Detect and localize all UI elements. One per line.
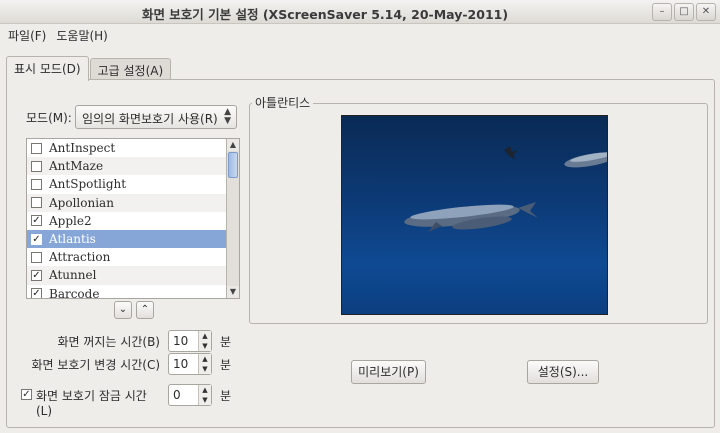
window-title: 화면 보호기 기본 설정 (XScreenSaver 5.14, 20-May-… (141, 7, 509, 22)
list-item-label: AntSpotlight (49, 177, 127, 192)
checkbox[interactable]: ✓ (31, 288, 42, 298)
screensaver-list[interactable]: AntInspect AntMaze AntSpotlight Apolloni… (26, 138, 240, 299)
move-up-button[interactable]: ⌃ (136, 301, 154, 319)
menu-bar: 파일(F) 도움말(H) (0, 24, 720, 46)
checkbox[interactable] (31, 160, 42, 172)
blank-after-spinner[interactable]: 10 ▲ ▼ (168, 330, 212, 352)
spinner-arrows-icon[interactable]: ▲ ▼ (198, 354, 211, 374)
title-bar: 화면 보호기 기본 설정 (XScreenSaver 5.14, 20-May-… (0, 0, 720, 24)
cycle-after-label: 화면 보호기 변경 시간(C) (31, 358, 160, 372)
list-item[interactable]: Attraction (27, 248, 239, 266)
tab-advanced[interactable]: 고급 설정(A) (89, 58, 172, 80)
lock-after-spinner[interactable]: 0 ▲ ▼ (168, 384, 212, 406)
list-item-label: Apple2 (49, 213, 92, 228)
blank-after-label: 화면 꺼지는 시간(B) (57, 335, 160, 349)
checkbox[interactable]: ✓ (31, 269, 42, 281)
spinner-arrows-icon[interactable]: ▲ ▼ (198, 385, 211, 405)
select-arrows-icon: ▲ ▼ (224, 107, 231, 126)
list-item-label: Attraction (49, 250, 111, 265)
checkbox[interactable]: ✓ (31, 215, 42, 227)
list-item-label: Atunnel (49, 268, 97, 283)
maximize-button[interactable]: □ (674, 3, 694, 21)
menu-file[interactable]: 파일(F) (4, 24, 52, 46)
lock-checkbox[interactable]: ✓ (21, 389, 32, 400)
whales-illustration (404, 146, 607, 232)
list-item-selected[interactable]: ✓ Atlantis (27, 229, 239, 249)
cycle-after-spinner[interactable]: 10 ▲ ▼ (168, 353, 212, 375)
mode-select-value: 임의의 화면보호기 사용(R) (82, 112, 218, 126)
mode-select[interactable]: 임의의 화면보호기 사용(R) ▲ ▼ (75, 105, 237, 129)
list-item[interactable]: Apollonian (27, 193, 239, 212)
list-item[interactable]: ✓ Atunnel (27, 266, 239, 285)
settings-button[interactable]: 설정(S)... (527, 360, 599, 384)
preview-button[interactable]: 미리보기(P) (351, 360, 426, 384)
list-item[interactable]: AntMaze (27, 157, 239, 176)
scroll-up-icon[interactable]: ▲ (227, 139, 239, 151)
tab-bar: 표시 모드(D) 고급 설정(A) (6, 56, 172, 81)
scroll-down-icon[interactable]: ▼ (227, 286, 239, 298)
spinner-arrows-icon[interactable]: ▲ ▼ (198, 331, 211, 351)
spinner-value: 0 (173, 388, 181, 402)
preview-title: 아틀란티스 (252, 94, 314, 111)
preview-image (341, 115, 608, 315)
mode-label: 모드(M): (26, 111, 72, 125)
list-item-label: Barcode (49, 286, 100, 299)
list-item[interactable]: AntSpotlight (27, 175, 239, 193)
list-item-label: AntMaze (49, 159, 104, 174)
spinner-value: 10 (173, 357, 189, 371)
list-item-label: AntInspect (49, 141, 116, 156)
minimize-button[interactable]: – (652, 3, 672, 21)
checkbox[interactable]: ✓ (31, 233, 42, 245)
spinner-value: 10 (173, 334, 189, 348)
checkbox[interactable] (31, 251, 42, 263)
cycle-after-unit: 분 (220, 358, 232, 372)
tab-display-modes[interactable]: 표시 모드(D) (6, 56, 89, 81)
scroll-thumb[interactable] (228, 152, 238, 178)
blank-after-unit: 분 (220, 335, 232, 349)
lock-after-label: 화면 보호기 잠금 시간(L) (36, 389, 147, 418)
close-button[interactable]: ✕ (696, 3, 716, 21)
checkbox[interactable] (31, 197, 42, 209)
list-item[interactable]: ✓ Barcode (27, 285, 239, 299)
checkbox[interactable] (31, 142, 42, 154)
list-item[interactable]: AntInspect (27, 139, 239, 157)
move-down-button[interactable]: ⌄ (114, 301, 132, 319)
lock-after-unit: 분 (220, 389, 232, 403)
list-item-label: Atlantis (49, 232, 96, 247)
menu-help[interactable]: 도움말(H) (52, 24, 114, 46)
checkbox[interactable] (31, 178, 42, 190)
list-item-label: Apollonian (49, 195, 114, 210)
list-scrollbar[interactable]: ▲ ▼ (226, 139, 239, 298)
list-item[interactable]: ✓ Apple2 (27, 212, 239, 230)
